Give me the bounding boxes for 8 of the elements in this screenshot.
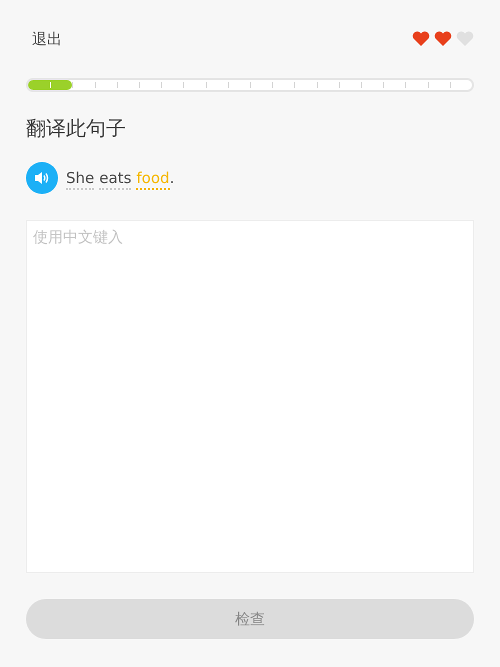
speaker-icon <box>34 170 50 186</box>
instruction-title: 翻译此句子 <box>26 116 127 140</box>
sentence-period: . <box>170 168 174 188</box>
quit-button[interactable]: 退出 <box>26 28 62 50</box>
speaker-button[interactable] <box>26 162 58 194</box>
sentence-word[interactable]: She <box>66 168 94 190</box>
sentence-word[interactable]: eats <box>99 168 132 190</box>
answer-field[interactable]: 使用中文键入 <box>26 220 474 573</box>
